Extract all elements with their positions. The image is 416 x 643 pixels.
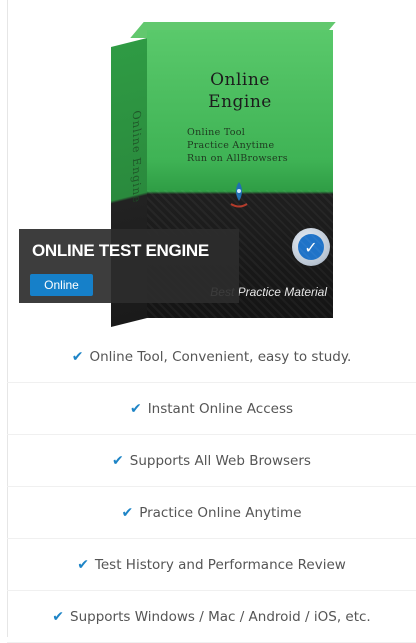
feature-text: Practice Online Anytime bbox=[139, 504, 302, 521]
feature-item: ✔ Supports All Web Browsers bbox=[7, 435, 416, 487]
box-sub-line2: Practice Anytime bbox=[187, 140, 275, 151]
feature-item: ✔ Supports Windows / Mac / Android / iOS… bbox=[7, 591, 416, 643]
feature-item: ✔ Practice Online Anytime bbox=[7, 487, 416, 539]
product-title: ONLINE TEST ENGINE bbox=[32, 241, 209, 260]
feature-text: Instant Online Access bbox=[147, 400, 294, 417]
feature-item: ✔ Instant Online Access bbox=[7, 383, 416, 435]
check-icon: ✔ bbox=[52, 608, 64, 625]
online-badge[interactable]: Online bbox=[30, 274, 93, 296]
rocket-icon bbox=[230, 182, 248, 208]
check-icon: ✔ bbox=[112, 452, 124, 469]
box-sub-line1: Online Tool bbox=[187, 127, 246, 138]
product-overlay: ONLINE TEST ENGINE Online bbox=[19, 229, 239, 303]
box-sub-line3: Run on AllBrowsers bbox=[187, 153, 288, 164]
feature-item: ✔ Online Tool, Convenient, easy to study… bbox=[7, 331, 416, 383]
check-icon: ✔ bbox=[71, 348, 84, 365]
check-icon: ✔ bbox=[121, 504, 134, 521]
feature-text: Test History and Performance Review bbox=[94, 556, 346, 573]
feature-text: Supports Windows / Mac / Android / iOS, … bbox=[70, 608, 371, 625]
feature-text: Supports All Web Browsers bbox=[129, 452, 311, 469]
check-icon: ✔ bbox=[77, 556, 89, 573]
box-title-line1: Online bbox=[210, 70, 270, 90]
box-title-line2: Engine bbox=[208, 92, 272, 112]
feature-item: ✔ Test History and Performance Review bbox=[7, 539, 416, 591]
feature-text: Online Tool, Convenient, easy to study. bbox=[89, 348, 352, 365]
check-icon: ✔ bbox=[129, 400, 142, 417]
verified-seal-icon: ✓ bbox=[292, 228, 330, 266]
feature-list: ✔ Online Tool, Convenient, easy to study… bbox=[7, 331, 416, 643]
